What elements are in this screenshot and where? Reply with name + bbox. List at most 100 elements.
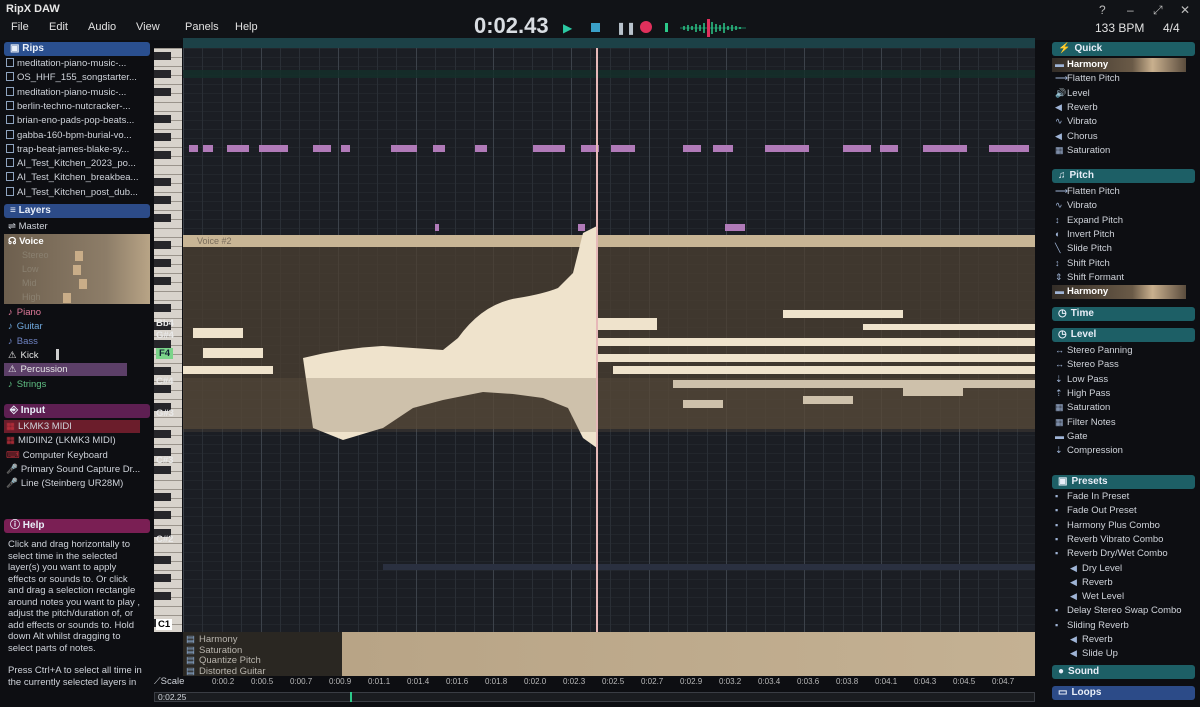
layer-voice[interactable]: ☊ Voice [8, 236, 44, 247]
effect-lane[interactable]: ▤ Distorted Guitar [183, 666, 1035, 677]
time-signature[interactable]: 4/4 [1163, 21, 1180, 35]
position-scrollbar[interactable] [154, 692, 1035, 702]
black-key[interactable] [154, 574, 171, 582]
rip-file-item[interactable]: meditation-piano-music-... [6, 86, 126, 98]
effect-lane[interactable]: ▤ Quantize Pitch [183, 655, 1035, 666]
preset-item[interactable]: ◀ Dry Level [1070, 563, 1122, 574]
input-device-item[interactable]: 🎤 Line (Steinberg UR28M) [6, 478, 123, 489]
preset-item[interactable]: ▪ Reverb Dry/Wet Combo [1055, 548, 1168, 559]
preset-item[interactable]: ▪ Fade In Preset [1055, 491, 1129, 502]
notes-canvas[interactable] [183, 48, 1035, 632]
black-key[interactable] [154, 304, 171, 312]
preset-item[interactable]: ◀ Reverb [1070, 634, 1113, 645]
preset-item[interactable]: ▪ Harmony Plus Combo [1055, 520, 1160, 531]
black-key[interactable] [154, 115, 171, 123]
voice-slider[interactable] [22, 293, 94, 303]
menu-file[interactable]: File [11, 21, 29, 33]
black-key[interactable] [154, 493, 171, 501]
help-window-icon[interactable]: ? [1099, 3, 1106, 17]
level-item-low-pass[interactable]: ⇣ Low Pass [1055, 374, 1108, 385]
level-item-compression[interactable]: ⇣ Compression [1055, 445, 1123, 456]
preset-item[interactable]: ▪ Delay Stereo Swap Combo [1055, 605, 1182, 616]
waveform-overview-icon[interactable] [680, 18, 746, 38]
rip-file-item[interactable]: trap-beat-james-blake-sy... [6, 143, 129, 155]
layer-item-strings[interactable]: ♪ Strings [8, 379, 46, 390]
pitch-item-expand-pitch[interactable]: ↕ Expand Pitch [1055, 215, 1123, 226]
quick-header[interactable]: ⚡ Quick [1052, 42, 1195, 56]
layer-item-piano[interactable]: ♪ Piano [8, 307, 41, 318]
level-item-stereo-panning[interactable]: ↔ Stereo Panning [1055, 345, 1133, 356]
black-key[interactable] [154, 241, 171, 249]
input-device-item[interactable]: 🎤 Primary Sound Capture Dr... [6, 464, 140, 475]
rips-header[interactable]: ▣ Rips [4, 42, 150, 56]
level-item-filter-notes[interactable]: ▦ Filter Notes [1055, 417, 1116, 428]
black-key[interactable] [154, 367, 171, 375]
stop-icon[interactable] [591, 23, 600, 32]
black-key[interactable] [154, 196, 171, 204]
menu-edit[interactable]: Edit [49, 21, 68, 33]
input-device-item[interactable]: ⌨ Computer Keyboard [6, 450, 108, 461]
preset-item[interactable]: ◀ Wet Level [1070, 591, 1124, 602]
pitch-item-shift-formant[interactable]: ⇕ Shift Formant [1055, 272, 1124, 283]
level-item-high-pass[interactable]: ⇡ High Pass [1055, 388, 1110, 399]
level-item-saturation[interactable]: ▦ Saturation [1055, 402, 1110, 413]
voice-slider[interactable] [22, 251, 94, 261]
rip-file-item[interactable]: AI_Test_Kitchen_post_dub... [6, 186, 138, 198]
layer-item-percussion[interactable]: ⚠ Percussion [8, 364, 68, 375]
layer-master[interactable]: ⇌ Master [8, 221, 48, 232]
quick-item-chorus[interactable]: ◀ Chorus [1055, 131, 1098, 142]
rip-file-item[interactable]: OS_HHF_155_songstarter... [6, 72, 137, 83]
layers-header[interactable]: ≡ Layers [4, 204, 150, 218]
black-key[interactable] [154, 88, 171, 96]
slider-knob[interactable] [73, 265, 81, 275]
effect-lane[interactable]: ▤ Saturation [183, 645, 1035, 656]
maximize-icon[interactable]: ⤢ [1153, 3, 1163, 18]
menu-panels[interactable]: Panels [185, 21, 219, 33]
rip-file-item[interactable]: gabba-160-bpm-burial-vo... [6, 129, 132, 141]
slider-knob[interactable] [79, 279, 87, 289]
minimize-icon[interactable]: – [1127, 3, 1134, 17]
rip-file-item[interactable]: AI_Test_Kitchen_breakbea... [6, 172, 138, 183]
black-key[interactable] [154, 277, 171, 285]
rip-file-item[interactable]: AI_Test_Kitchen_2023_po... [6, 158, 136, 169]
preset-item[interactable]: ◀ Reverb [1070, 577, 1113, 588]
close-icon[interactable]: ✕ [1180, 3, 1190, 17]
black-key[interactable] [154, 52, 171, 60]
preset-item[interactable]: ▪ Reverb Vibrato Combo [1055, 534, 1163, 545]
slider-knob[interactable] [75, 251, 83, 261]
black-key[interactable] [154, 430, 171, 438]
voice-slider[interactable] [22, 279, 94, 289]
input-header[interactable]: ⎆ Input [4, 404, 150, 418]
quick-item-reverb[interactable]: ◀ Reverb [1055, 102, 1098, 113]
bpm-display[interactable]: 133 BPM [1095, 21, 1144, 35]
rip-file-item[interactable]: meditation-piano-music-... [6, 58, 126, 69]
black-key[interactable] [154, 151, 171, 159]
help-header[interactable]: ⓘ Help [4, 519, 150, 533]
slider-knob[interactable] [63, 293, 71, 303]
layer-item-bass[interactable]: ♪ Bass [8, 336, 38, 347]
menu-help[interactable]: Help [235, 21, 258, 33]
bar-ruler[interactable] [183, 38, 1035, 48]
quick-item-vibrato[interactable]: ∿ Vibrato [1055, 116, 1097, 127]
black-key[interactable] [154, 592, 171, 600]
black-key[interactable] [154, 340, 171, 348]
preset-item[interactable]: ▪ Fade Out Preset [1055, 505, 1137, 516]
record-icon[interactable] [640, 21, 652, 33]
pitch-item-slide-pitch[interactable]: ╲ Slide Pitch [1055, 243, 1112, 254]
black-key[interactable] [154, 133, 171, 141]
rip-file-item[interactable]: berlin-techno-nutcracker-... [6, 100, 131, 112]
menu-view[interactable]: View [136, 21, 160, 33]
effect-lane[interactable]: ▤ Harmony [183, 634, 1035, 645]
rip-file-item[interactable]: brian-eno-pads-pop-beats... [6, 115, 134, 126]
layer-item-kick[interactable]: ⚠ Kick [8, 350, 38, 361]
scale-toggle[interactable]: ⟋Scale [154, 676, 184, 687]
level-item-gate[interactable]: ▬ Gate [1055, 431, 1088, 442]
voice-slider[interactable] [22, 265, 94, 275]
play-from-icon[interactable]: ▶︎ [563, 21, 572, 35]
presets-header[interactable]: ▣ Presets [1052, 475, 1195, 489]
preset-item[interactable]: ◀ Slide Up [1070, 648, 1118, 659]
black-key[interactable] [154, 178, 171, 186]
layer-item-guitar[interactable]: ♪ Guitar [8, 321, 43, 332]
time-header[interactable]: ◷ Time [1052, 307, 1195, 321]
pitch-item-harmony[interactable]: ▬ Harmony [1055, 286, 1108, 297]
